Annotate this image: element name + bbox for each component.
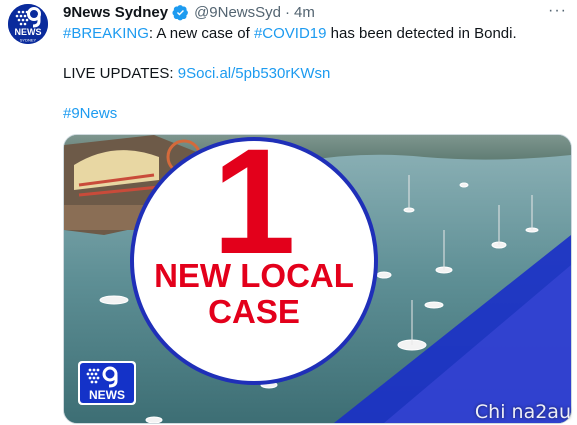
avatar-sub-text: SYDNEY	[20, 38, 37, 43]
live-updates-label: LIVE UPDATES:	[63, 65, 178, 82]
live-updates-link[interactable]: 9Soci.al/5pb530rKWsn	[178, 65, 331, 82]
tweet-line-breaking: #BREAKING: A new case of #COVID19 has be…	[63, 24, 563, 44]
media-graphic: 1 NEW LOCAL CASE NEWS	[64, 135, 571, 423]
hashtag-breaking[interactable]: #BREAKING	[63, 25, 149, 42]
tweet-header: 9News Sydney @9NewsSyd · 4m	[63, 2, 315, 22]
tweet-text-b: has been detected in Bondi.	[326, 25, 517, 42]
tweet-line-hashtag: #9News	[63, 104, 563, 124]
hashtag-9news[interactable]: #9News	[63, 105, 117, 122]
avatar[interactable]: NEWS SYDNEY	[8, 4, 48, 44]
avatar-logo-text: NEWS	[15, 27, 42, 37]
separator-dot: ·	[285, 3, 290, 21]
media-logo-text: NEWS	[89, 388, 125, 402]
more-options-icon[interactable]: ···	[548, 2, 567, 20]
tweet-line-live-updates: LIVE UPDATES: 9Soci.al/5pb530rKWsn	[63, 64, 563, 84]
9news-media-logo-icon: NEWS	[78, 361, 136, 405]
timestamp[interactable]: 4m	[294, 4, 315, 21]
author-name[interactable]: 9News Sydney	[63, 4, 168, 21]
tweet-text: #BREAKING: A new case of #COVID19 has be…	[63, 24, 563, 124]
headline-line1: NEW LOCAL	[154, 257, 354, 294]
tweet-media-image[interactable]: 1 NEW LOCAL CASE NEWS	[63, 134, 572, 424]
watermark: Chi na2au	[474, 401, 571, 423]
hashtag-covid19[interactable]: #COVID19	[254, 25, 327, 42]
author-handle[interactable]: @9NewsSyd	[194, 4, 281, 21]
9news-logo-icon: NEWS SYDNEY	[8, 4, 48, 44]
tweet-text-a: : A new case of	[148, 25, 254, 42]
verified-badge-icon	[172, 4, 188, 20]
headline-line2: CASE	[208, 293, 300, 330]
